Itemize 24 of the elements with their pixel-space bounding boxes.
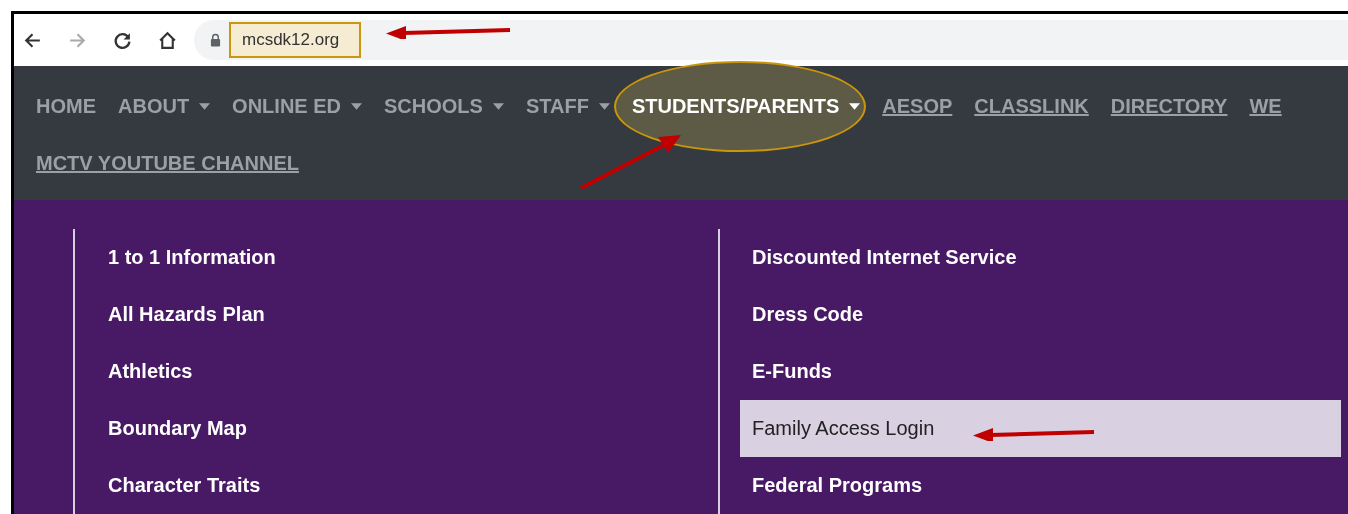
nav-menu-item[interactable]: SCHOOLS — [384, 95, 504, 119]
home-icon[interactable] — [157, 29, 178, 51]
nav-menu-item[interactable]: STUDENTS/PARENTS — [613, 61, 867, 153]
dropdown-menu-item[interactable]: Character Traits — [75, 457, 718, 514]
nav-menu-item[interactable]: ONLINE ED — [232, 95, 362, 119]
nav-menu-item[interactable]: HOME — [36, 95, 96, 119]
dropdown-menu-item[interactable]: Boundary Map — [75, 400, 718, 457]
nav-link[interactable]: DIRECTORY — [1110, 95, 1228, 119]
dropdown-menu-item[interactable]: E-Funds — [740, 343, 1341, 400]
lock-icon — [210, 33, 221, 48]
dropdown-menu-item[interactable]: 1 to 1 Information — [75, 229, 718, 286]
nav-link[interactable]: WE — [1249, 95, 1282, 119]
dropdown-menu-item[interactable]: Discounted Internet Service — [740, 229, 1341, 286]
dropdown-menu-item[interactable]: All Hazards Plan — [75, 286, 718, 343]
dropdown-menu-item[interactable]: Dress Code — [740, 286, 1341, 343]
nav-link[interactable]: AESOP — [882, 95, 953, 119]
url-field[interactable]: mcsdk12.org — [229, 22, 362, 59]
nav-link[interactable]: MCTV YOUTUBE CHANNEL — [36, 152, 299, 176]
nav-menu-item[interactable]: ABOUT — [118, 95, 211, 119]
dropdown-menu-item[interactable]: Athletics — [75, 343, 718, 400]
dropdown-menu-item[interactable]: Family Access Login — [740, 400, 1341, 457]
nav-link[interactable]: CLASSLINK — [974, 95, 1089, 119]
dropdown-menu-item[interactable]: Federal Programs — [740, 457, 1341, 514]
nav-menu-item[interactable]: STAFF — [525, 95, 610, 119]
